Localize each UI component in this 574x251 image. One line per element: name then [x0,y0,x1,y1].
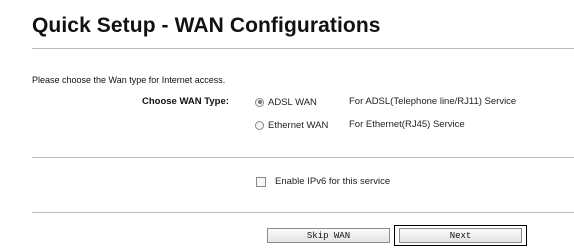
ipv6-checkbox[interactable] [256,176,266,187]
adsl-wan-description: For ADSL(Telephone line/RJ11) Service [349,96,517,107]
ethernet-wan-description: For Ethernet(RJ45) Service [349,119,465,130]
next-button[interactable]: Next [399,228,522,243]
adsl-wan-label[interactable]: ADSL WAN [268,97,317,108]
skip-wan-button[interactable]: Skip WAN [267,228,390,243]
footer-divider [32,212,574,213]
wan-option-ethernet[interactable]: Ethernet WAN [255,119,328,131]
wan-type-label: Choose WAN Type: [142,96,229,107]
ipv6-label: Enable IPv6 for this service [275,176,391,187]
section-divider [32,157,574,158]
title-divider [32,48,574,49]
wan-configuration-panel: Quick Setup - WAN Configurations Please … [0,0,574,251]
ethernet-wan-radio[interactable] [255,120,264,130]
ipv6-option[interactable]: Enable IPv6 for this service [256,176,390,187]
wan-option-adsl[interactable]: ADSL WAN [255,96,317,108]
ethernet-wan-label[interactable]: Ethernet WAN [268,120,328,131]
adsl-wan-radio[interactable] [255,97,264,107]
instructions-text: Please choose the Wan type for Internet … [32,75,226,85]
page-title: Quick Setup - WAN Configurations [32,14,381,37]
